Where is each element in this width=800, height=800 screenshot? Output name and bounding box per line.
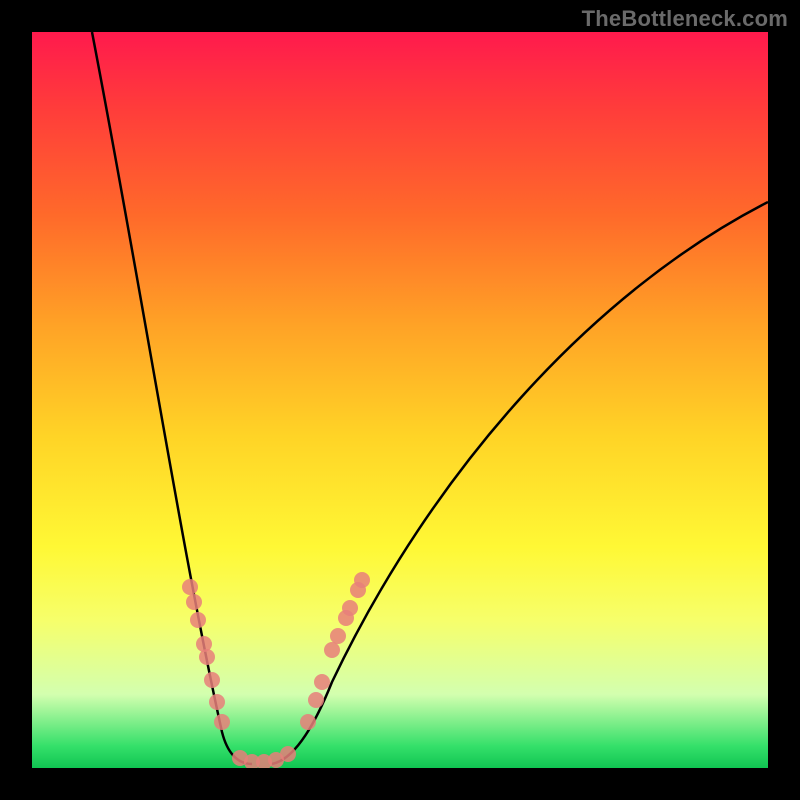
chart-svg: [32, 32, 768, 768]
data-dot: [324, 642, 340, 658]
chart-frame: TheBottleneck.com: [0, 0, 800, 800]
data-dot: [204, 672, 220, 688]
dots-right-group: [300, 572, 370, 730]
data-dot: [300, 714, 316, 730]
dots-bottom-group: [232, 746, 296, 768]
watermark-text: TheBottleneck.com: [582, 6, 788, 32]
right-curve: [272, 202, 768, 764]
left-curve: [92, 32, 252, 764]
data-dot: [186, 594, 202, 610]
data-dot: [314, 674, 330, 690]
data-dot: [214, 714, 230, 730]
dots-left-group: [182, 579, 230, 730]
data-dot: [338, 610, 354, 626]
data-dot: [330, 628, 346, 644]
data-dot: [280, 746, 296, 762]
data-dot: [308, 692, 324, 708]
data-dot: [209, 694, 225, 710]
data-dot: [190, 612, 206, 628]
data-dot: [182, 579, 198, 595]
plot-area: [32, 32, 768, 768]
data-dot: [199, 649, 215, 665]
data-dot: [350, 582, 366, 598]
